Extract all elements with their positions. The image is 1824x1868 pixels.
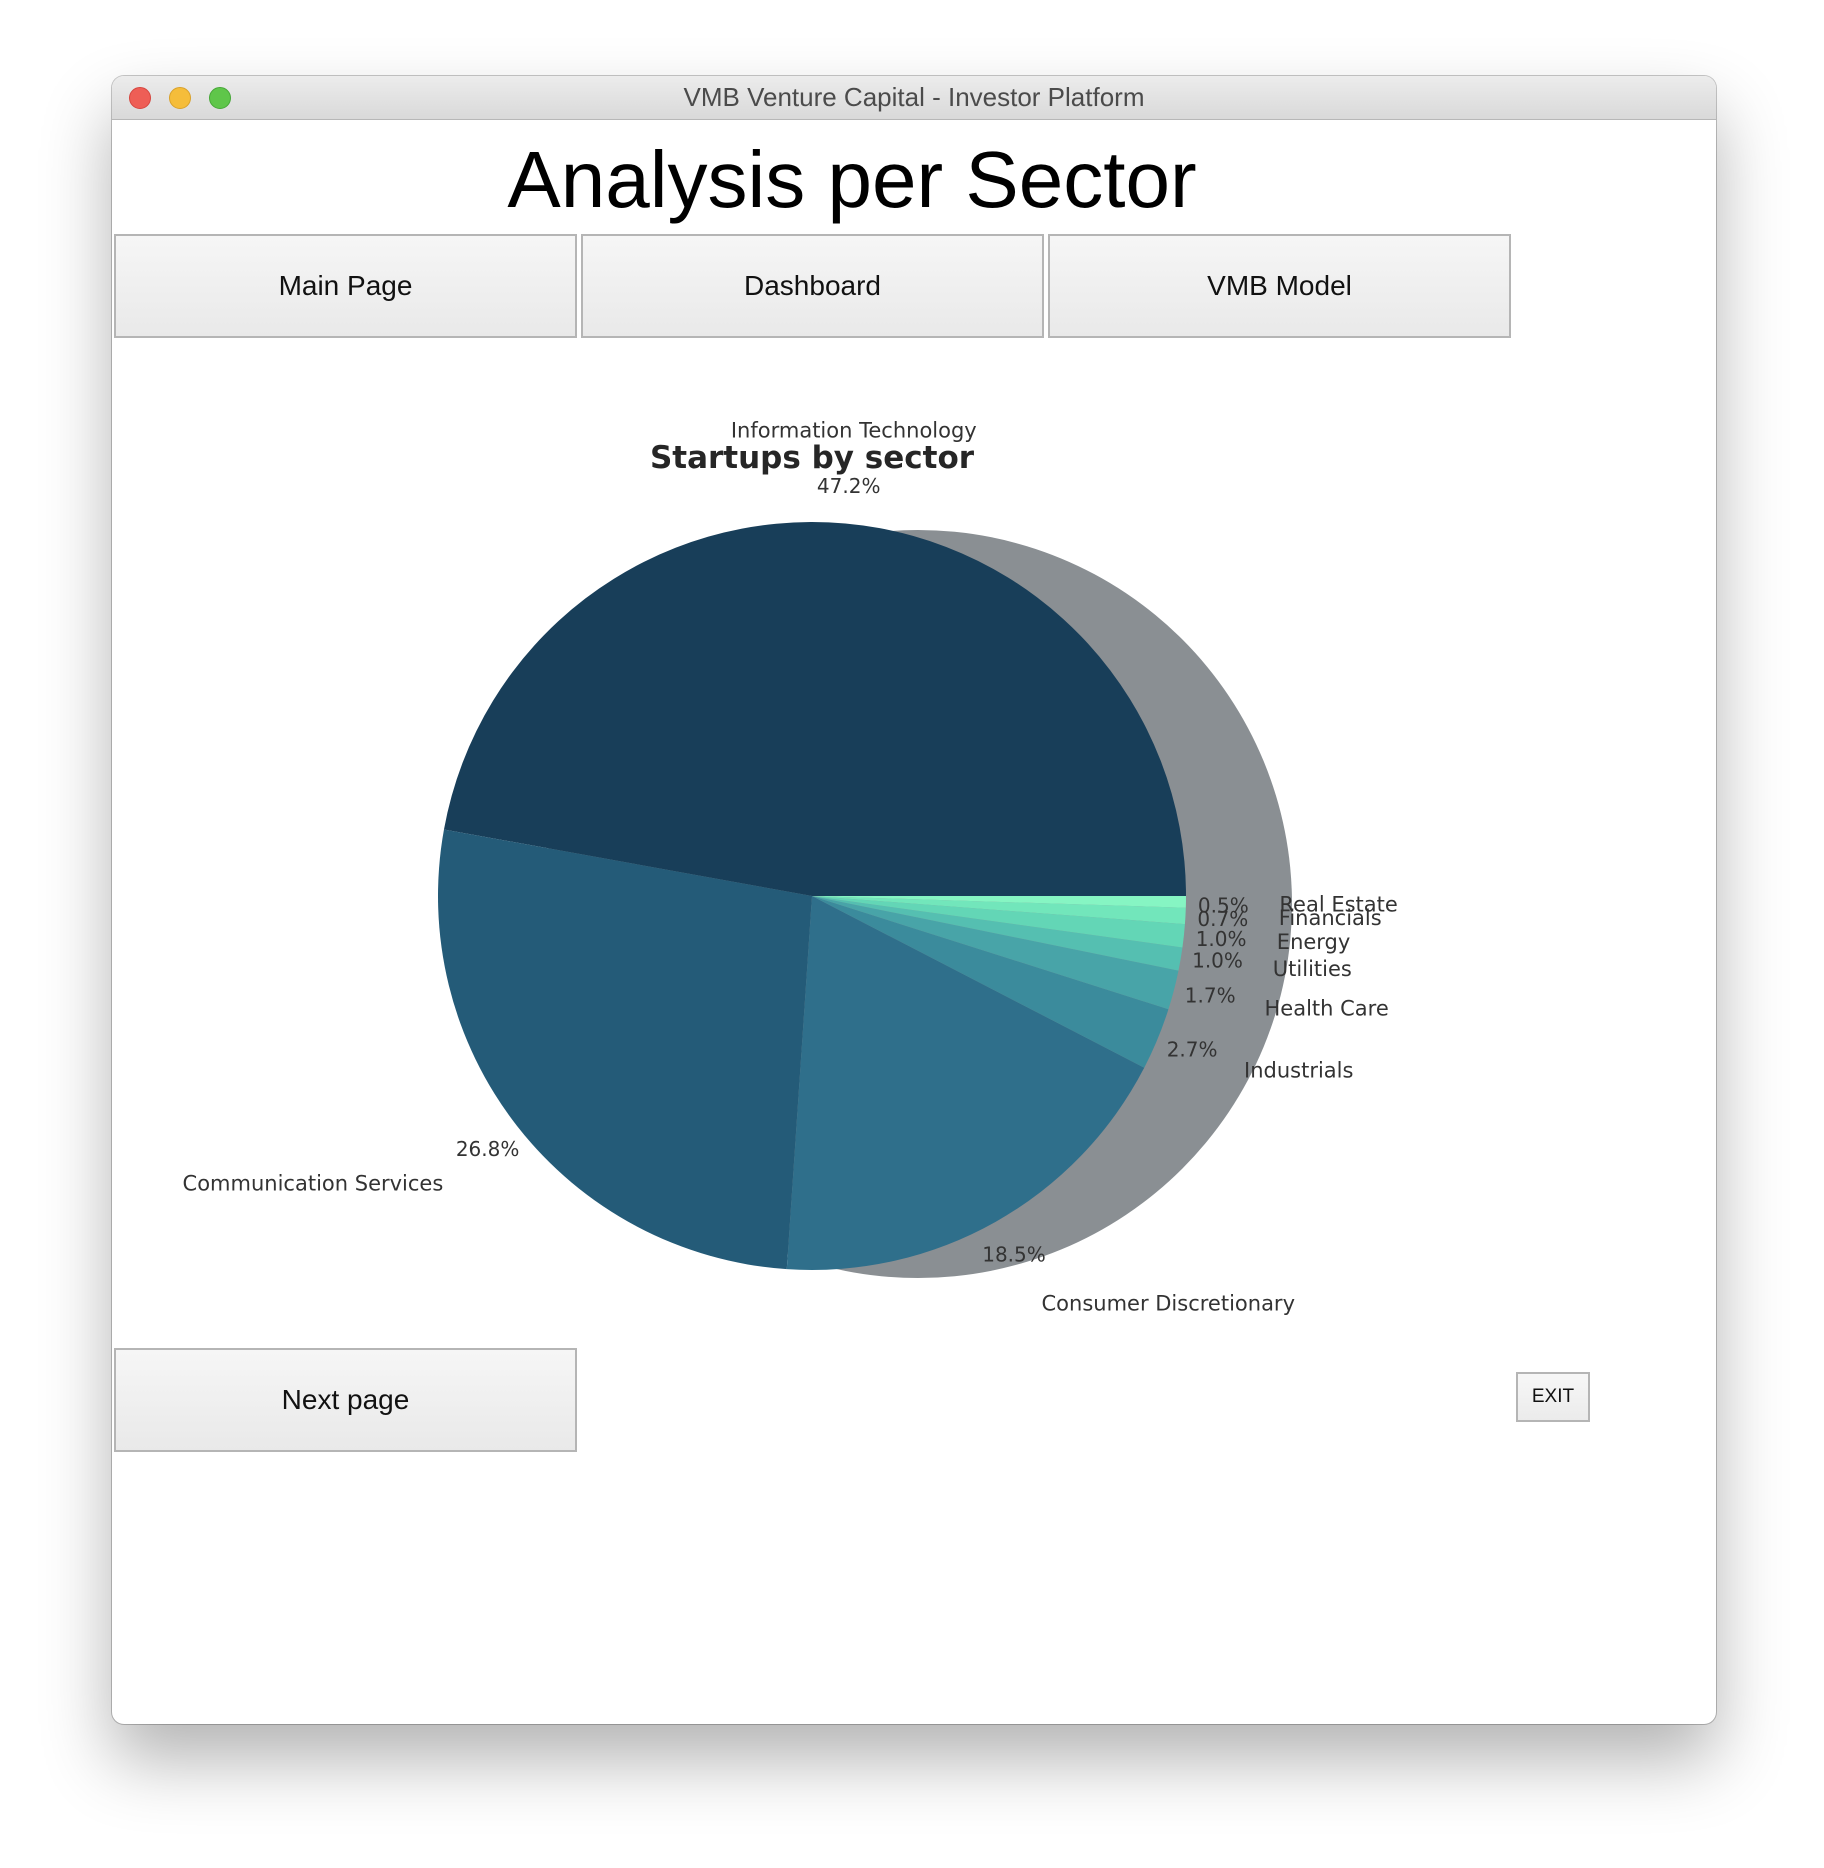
window-title: VMB Venture Capital - Investor Platform [683,82,1145,112]
pie-pct-label: 1.0% [1192,948,1243,972]
sector-pie-chart: Startups by sector 47.2% Information Tech… [183,418,1398,1315]
pie-sector-label: Real Estate [1279,892,1397,916]
chart-title: Startups by sector [650,440,975,476]
main-page-button[interactable]: Main Page [114,234,577,338]
pie-pct-label: 18.5% [982,1242,1046,1266]
pie-sector-label: Communication Services [183,1171,444,1195]
pie-sector-label: Industrials [1244,1059,1353,1083]
pie-sector-label: Health Care [1265,997,1389,1021]
pie-sector-label: Consumer Discretionary [1042,1291,1296,1315]
pie-pct-label: 47.2% [817,474,881,498]
pie-sector-label: Information Technology [731,418,977,442]
app-window: VMB Venture Capital - Investor Platform … [112,76,1716,1724]
dashboard-button[interactable]: Dashboard [581,234,1044,338]
pie-sector-label: Energy [1277,930,1351,954]
vmb-model-button[interactable]: VMB Model [1048,234,1511,338]
pie-pct-label: 26.8% [456,1137,520,1161]
next-page-button[interactable]: Next page [114,1348,577,1452]
title-bar: VMB Venture Capital - Investor Platform [112,76,1716,120]
pie-sector-label: Utilities [1273,957,1352,981]
page-title: Analysis per Sector [507,135,1197,224]
pie-pct-label: 2.7% [1167,1037,1218,1061]
pie-pct-label: 1.7% [1185,984,1236,1008]
pie-pct-label: 0.5% [1198,894,1249,918]
pie-slice-communication-services [438,829,812,1270]
exit-button[interactable]: EXIT [1516,1372,1590,1422]
